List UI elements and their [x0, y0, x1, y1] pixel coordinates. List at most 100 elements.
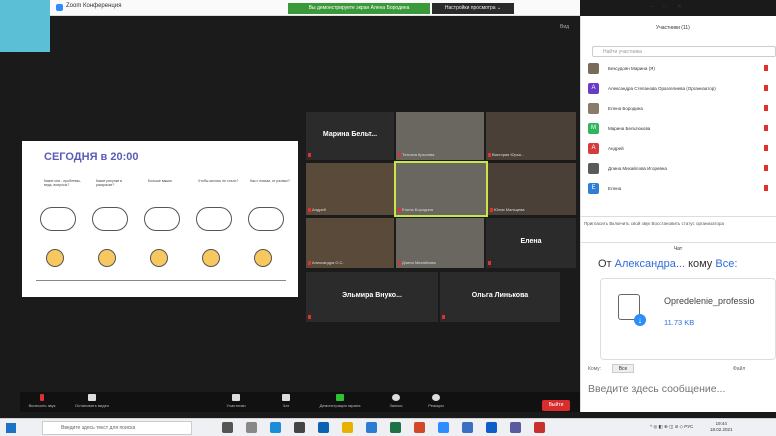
avatar: А: [588, 143, 599, 154]
decorative-corner: [0, 0, 50, 52]
share-screen-icon: [336, 394, 344, 401]
microphone-muted-icon[interactable]: [764, 105, 768, 111]
participant-name: Юлия Мальцева: [494, 207, 525, 212]
participant-name: Безсудоян Марина (Я): [608, 66, 655, 71]
window-title: Zoom Конференция: [66, 3, 122, 9]
excel-icon[interactable]: [390, 422, 401, 433]
video-tile[interactable]: Юлия Мальцева: [488, 163, 576, 215]
microphone-muted-icon[interactable]: [764, 185, 768, 191]
slide-question: Чтобы жилось не стало?: [198, 179, 239, 183]
microphone-muted-icon[interactable]: [764, 125, 768, 131]
video-tile[interactable]: Эльмира Внуко...: [306, 272, 438, 322]
record-button[interactable]: Запись: [374, 394, 418, 408]
app-icon[interactable]: [510, 422, 521, 433]
video-tile[interactable]: Елена: [486, 218, 576, 268]
slide-question: Какие они - проблемы, ведь, вопросы?: [44, 179, 81, 187]
participant-row[interactable]: Е Елена: [588, 180, 776, 199]
stick-figure-face: [202, 249, 220, 267]
file-explorer-icon[interactable]: [246, 422, 257, 433]
folder-icon[interactable]: [342, 422, 353, 433]
leave-meeting-button[interactable]: Выйти: [542, 400, 570, 411]
stop-video-button[interactable]: Остановить видео: [70, 394, 114, 408]
thought-bubble: [144, 207, 180, 231]
zoom-taskbar-icon[interactable]: [438, 422, 449, 433]
microphone-muted-icon[interactable]: [764, 65, 768, 71]
chat-sender-name[interactable]: Александра...: [615, 258, 685, 270]
unmute-button[interactable]: Включить звук: [20, 394, 64, 408]
download-arrow-icon[interactable]: ↓: [634, 314, 646, 326]
participants-button[interactable]: Участники: [214, 394, 258, 408]
microphone-muted-icon[interactable]: [764, 145, 768, 151]
mail-icon[interactable]: [318, 422, 329, 433]
zoom-app-icon: [56, 4, 63, 11]
view-button[interactable]: Вид: [560, 24, 569, 30]
store-icon[interactable]: [294, 422, 305, 433]
powerpoint-icon[interactable]: [414, 422, 425, 433]
chat-file-button[interactable]: Файл: [733, 366, 745, 372]
chat-to-label: Кому:: [588, 366, 602, 372]
participant-name: Елена Бородина: [608, 106, 643, 111]
participant-name: Марина Бельт...: [322, 131, 378, 139]
chat-to-prefix: кому: [688, 258, 713, 270]
windows-start-icon[interactable]: [6, 423, 16, 433]
microphone-muted-icon: [490, 208, 493, 212]
participant-search-input[interactable]: Найти участника: [592, 46, 776, 57]
window-controls[interactable]: –□✕: [650, 3, 692, 10]
participant-row[interactable]: М Марина Бельтюкова: [588, 120, 776, 139]
participant-name: Елена: [608, 186, 622, 191]
reactions-button[interactable]: Реакции: [414, 394, 458, 408]
chat-file-name[interactable]: Opredelenie_professio: [664, 296, 755, 306]
unmute-label: Включить звук: [28, 403, 56, 408]
record-label: Запись: [389, 403, 403, 408]
stop-video-label: Остановить видео: [74, 403, 110, 408]
microphone-muted-icon: [308, 153, 311, 157]
app-icon[interactable]: [462, 422, 473, 433]
microphone-muted-icon: [488, 153, 491, 157]
participants-icon: [232, 394, 240, 401]
slide-baseline: [36, 280, 286, 281]
edge-browser-icon[interactable]: [270, 422, 281, 433]
microphone-muted-icon: [442, 315, 445, 319]
view-options-button[interactable]: Настройки просмотра ⌄: [432, 3, 514, 14]
chat-bubble-icon: [282, 394, 290, 401]
share-status-banner: Вы демонстрируете экран Алена Бородина: [288, 3, 430, 14]
app-icon[interactable]: [534, 422, 545, 433]
stick-figure-face: [150, 249, 168, 267]
chat-message-input[interactable]: [588, 380, 776, 398]
thought-bubble: [92, 207, 128, 231]
video-tile[interactable]: Длина Михайлова: [396, 218, 484, 268]
chat-button[interactable]: Чат: [264, 394, 308, 408]
word-icon[interactable]: [366, 422, 377, 433]
video-tile[interactable]: Елена Бородина: [394, 161, 488, 217]
participant-row[interactable]: Безсудоян Марина (Я): [588, 60, 776, 79]
participant-row[interactable]: Елена Бородина: [588, 100, 776, 119]
chat-file-size: 11.73 KB: [664, 318, 695, 327]
task-view-icon[interactable]: [222, 422, 233, 433]
share-screen-button[interactable]: Демонстрация экрана: [318, 394, 362, 408]
participant-name: Андрей: [312, 207, 326, 212]
taskbar-clock[interactable]: 19:44 18.02.2021: [710, 421, 733, 433]
video-tile[interactable]: Виктория Юрья...: [486, 112, 576, 160]
windows-taskbar: Введите здесь текст для поиска ^ ◎ ◧ ⊕ ◫…: [0, 418, 776, 436]
video-tile[interactable]: Марина Бельт...: [306, 112, 394, 160]
video-tile[interactable]: Александра О.С.: [306, 218, 394, 268]
microphone-muted-icon[interactable]: [764, 85, 768, 91]
participant-row[interactable]: Длина Михайлова Игоревна: [588, 160, 776, 179]
video-tile[interactable]: Ольга Линькова: [440, 272, 560, 322]
microphone-muted-icon: [398, 153, 401, 157]
app-icon[interactable]: [486, 422, 497, 433]
participants-footer-actions[interactable]: Пригласить Включить свой звук Восстанови…: [580, 216, 776, 230]
participant-row[interactable]: А Александра Степанова Оразгелиева (Орган…: [588, 80, 776, 99]
chat-recipient-select[interactable]: Все: [612, 364, 634, 373]
microphone-muted-icon[interactable]: [764, 165, 768, 171]
meeting-toolbar: Включить звук Остановить видео Участники…: [20, 392, 580, 412]
taskbar-search-input[interactable]: Введите здесь текст для поиска: [42, 421, 192, 435]
video-tile[interactable]: Татьяна Крылова: [396, 112, 484, 160]
system-tray[interactable]: ^ ◎ ◧ ⊕ ◫ ⊘ ◇ РУС: [650, 424, 693, 430]
avatar: [588, 103, 599, 114]
participant-row[interactable]: А Андрей: [588, 140, 776, 159]
participant-name: Елена: [520, 238, 542, 245]
slide-question: Больше ваших: [148, 179, 173, 183]
video-tile[interactable]: Андрей: [306, 163, 394, 215]
avatar: А: [588, 83, 599, 94]
